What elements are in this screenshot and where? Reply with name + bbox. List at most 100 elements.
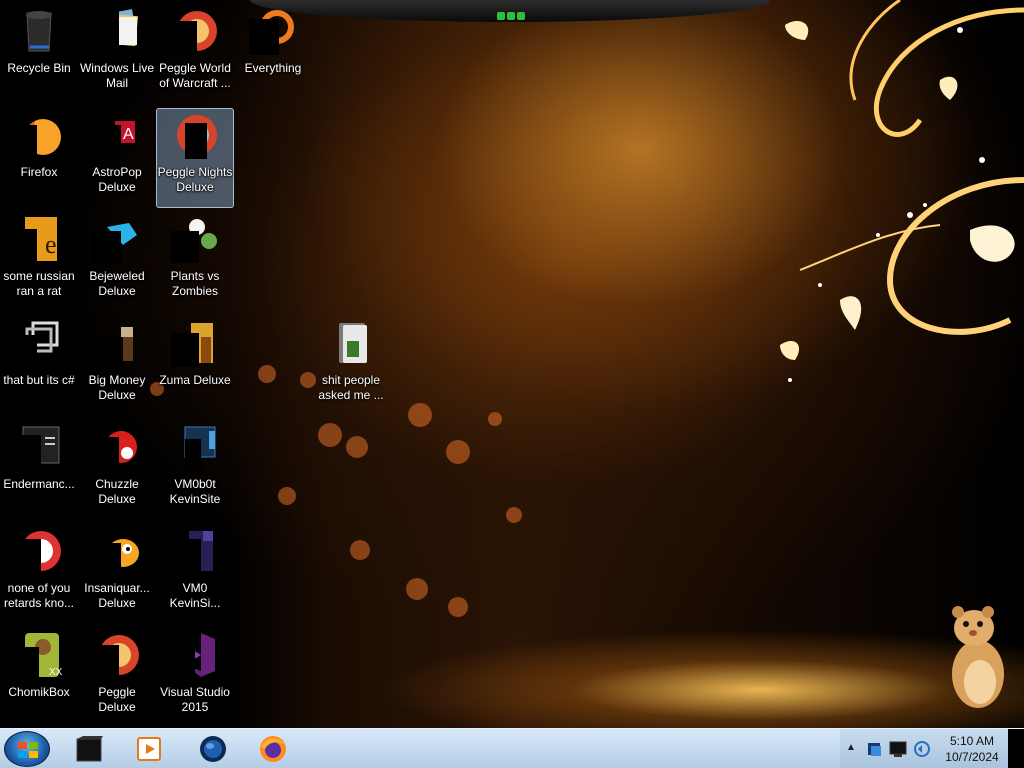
desktop-icon-label: Recycle Bin [7,61,71,75]
firefox-icon [15,119,61,159]
network-icon[interactable] [888,739,908,759]
desktop-icon-label: Visual Studio 2015 [160,685,230,714]
speaker-icon[interactable] [912,739,932,759]
game-icon: A [93,121,135,159]
windows-logo-icon [18,742,38,758]
desktop-icon-label: Endermanc... [3,477,75,491]
media-player-icon [137,737,161,761]
desktop-icon-label: Zuma Deluxe [159,373,231,387]
desktop-icon-label: Big Money Deluxe [88,373,146,402]
document-icon: e [15,217,57,263]
gem-icon [93,223,137,263]
show-desktop-button[interactable] [1008,729,1024,768]
bokeh-dot [350,540,370,560]
desktop-icon-shit-people-asked-me[interactable]: shit people asked me ... [312,316,390,416]
desktop-icon-everything[interactable]: Everything [234,4,312,104]
desktop-icon-some-russian[interactable]: e some russian ran a rat [0,212,78,312]
desktop-icon-label: ChomikBox [8,685,70,699]
bokeh-dot [408,403,432,427]
desktop-icon-label: VM0b0t KevinSite [169,477,221,506]
shortcut-icon [15,321,59,367]
desktop-icon-recycle-bin[interactable]: Recycle Bin [0,4,78,104]
program-icon [15,426,60,471]
zuma-icon [171,323,213,367]
bokeh-dot [318,423,342,447]
task-item-media-player[interactable] [122,731,176,767]
mail-icon [93,7,138,55]
bokeh-dot [448,597,468,617]
desktop-icon-label: that but its c# [3,373,75,387]
bokeh-dot [506,507,522,523]
desktop-icon-label: shit people asked me ... [318,373,384,402]
tray-app-icon[interactable] [866,739,886,759]
firefox-icon [260,736,286,762]
globe-icon [200,736,226,762]
desktop-icon-label: Peggle Nights Deluxe [157,165,233,194]
peggle-icon [177,115,217,159]
svg-text:e: e [45,230,57,259]
desktop-icon-windows-live-mail[interactable]: Windows Live Mail [78,4,156,104]
desktop-icon-chomikbox[interactable]: XX ChomikBox [0,628,78,728]
desktop-icon-that-but-its-csharp[interactable]: that but its c# [0,316,78,416]
clock[interactable]: 5:10 AM 10/7/2024 [940,733,1004,765]
clock-time: 5:10 AM [949,734,995,748]
task-item-globe-app[interactable] [186,731,240,767]
hamster-mascot-image [952,606,1004,708]
svg-text:A: A [123,126,134,143]
bokeh-dot [346,436,368,458]
desktop-icon-vm0b0t-kevinsite[interactable]: VM0b0t KevinSite [156,420,234,520]
desktop-icon-label: some russian ran a rat [3,269,75,298]
desktop-icon-label: Everything [244,61,302,75]
desktop-icon-peggle-deluxe[interactable]: Peggle Deluxe [78,628,156,728]
desktop-icon-big-money[interactable]: Big Money Deluxe [78,316,156,416]
desktop-icon-insaniquarium[interactable]: Insaniquar... Deluxe [78,524,156,624]
money-icon [93,327,133,367]
peggle-icon [171,11,217,55]
fish-icon [93,539,139,575]
desktop-icon-firefox[interactable]: Firefox [0,108,78,208]
desktop-icon-endermanch[interactable]: Endermanc... [0,420,78,520]
plant-icon [171,219,217,263]
desktop-icon-label: Chuzzle Deluxe [95,477,139,506]
start-button[interactable] [4,731,50,767]
desktop-icon-astropop[interactable]: A AstroPop Deluxe [78,108,156,208]
desktop-icon-label: Peggle World of Warcraft ... [159,61,231,90]
desktop-icon-label: Insaniquar... Deluxe [84,581,150,610]
desktop-icon-visual-studio-2015[interactable]: Visual Studio 2015 [156,628,234,728]
search-icon [249,10,294,55]
bokeh-dot [406,578,428,600]
taskbar: ▲ 5:10 AM 10/7/2024 [0,728,1024,768]
desktop-icon-bejeweled[interactable]: Bejeweled Deluxe [78,212,156,312]
golden-swirl-decoration [780,0,1024,382]
bokeh-dot [446,440,470,464]
task-item-unknown-app[interactable] [62,731,116,767]
desktop-icon-label: Bejeweled Deluxe [89,269,145,298]
desktop-icon-peggle-world-of-warcraft[interactable]: Peggle World of Warcraft ... [156,4,234,104]
visual-studio-icon [171,633,215,679]
desktop-icon-label: Windows Live Mail [79,61,155,90]
file-icon [171,531,213,575]
desktop-icon-plants-vs-zombies[interactable]: Plants vs Zombies [156,212,234,312]
desktop-icon-zuma[interactable]: Zuma Deluxe [156,316,234,416]
show-hidden-icons-button[interactable]: ▲ [846,742,856,753]
desktop-icon-peggle-nights[interactable]: Peggle Nights Deluxe [156,108,234,208]
wallpaper-green-light [497,7,527,20]
desktop-icon-none-of-you[interactable]: none of you retards kno... [0,524,78,624]
desktop-icon-label: Plants vs Zombies [170,269,220,298]
svg-text:XX: XX [49,667,63,678]
desktop-icon-label: Peggle Deluxe [98,685,136,714]
folder-icon [339,323,367,363]
bokeh-dot [258,365,276,383]
desktop-icon-vm0-kevinsite[interactable]: VM0 KevinSi... [156,524,234,624]
bokeh-dot [488,412,502,426]
recycle-bin-icon [26,11,52,52]
desktop-icon-chuzzle[interactable]: Chuzzle Deluxe [78,420,156,520]
system-tray: ▲ 5:10 AM 10/7/2024 [840,729,1024,768]
desktop-icon-label: AstroPop Deluxe [92,165,142,194]
browser-icon [15,531,61,575]
black-box-icon [76,736,103,762]
vm-icon [184,426,216,471]
task-item-firefox[interactable] [246,731,300,767]
desktop-icon-label: Firefox [20,165,58,179]
peggle-icon [93,635,139,679]
